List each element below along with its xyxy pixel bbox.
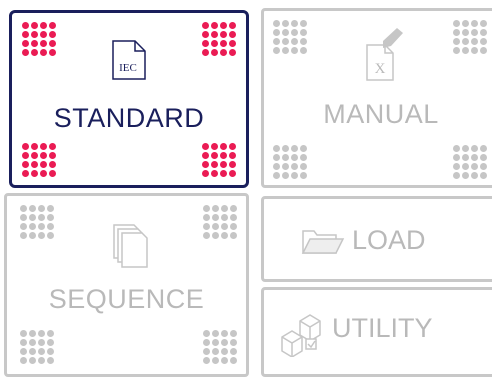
corner-dots-top-left (273, 20, 307, 54)
utility-label: UTILITY (332, 313, 433, 343)
corner-dots-top-right (202, 22, 236, 56)
utility-blocks-icon (281, 314, 321, 357)
corner-dots-top-right (203, 205, 237, 239)
corner-dots-top-left (22, 22, 56, 56)
standard-label: STANDARD (53, 103, 205, 133)
corner-dots-bottom-right (203, 330, 237, 364)
stacked-pages-icon (113, 224, 148, 268)
corner-dots-bottom-left (22, 143, 56, 177)
iec-document-icon: IEC (112, 40, 146, 80)
corner-dots-top-left (20, 205, 54, 239)
svg-text:X: X (375, 61, 386, 77)
load-label: LOAD (352, 225, 426, 255)
sequence-label: SEQUENCE (48, 284, 205, 314)
standard-tile[interactable]: IEC STANDARD (9, 10, 249, 188)
manual-tile[interactable]: X MANUAL (261, 8, 492, 188)
corner-dots-bottom-left (273, 145, 307, 179)
utility-tile[interactable]: UTILITY (261, 287, 492, 377)
corner-dots-bottom-right (453, 145, 487, 179)
manual-label: MANUAL (323, 99, 439, 129)
corner-dots-top-right (453, 20, 487, 54)
svg-text:IEC: IEC (119, 62, 137, 74)
load-tile[interactable]: LOAD (261, 196, 492, 282)
manual-edit-document-icon: X (366, 28, 403, 81)
sequence-tile[interactable]: SEQUENCE (4, 193, 249, 377)
open-folder-icon (301, 230, 345, 254)
corner-dots-bottom-left (20, 330, 54, 364)
corner-dots-bottom-right (202, 143, 236, 177)
